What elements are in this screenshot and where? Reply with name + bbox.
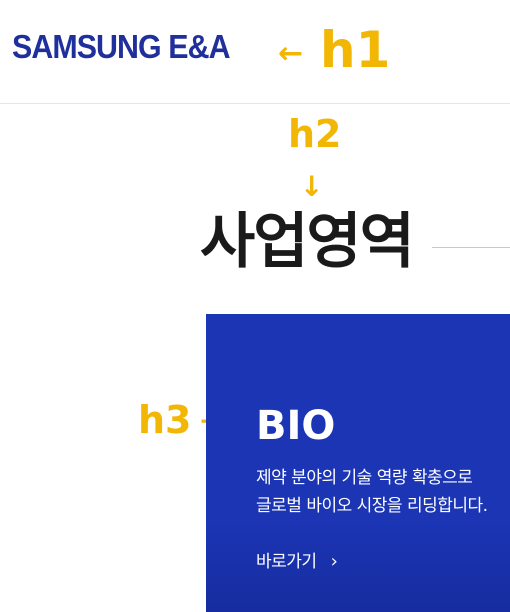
annotation-h3: h3	[138, 398, 192, 442]
bio-go-link-label: 바로가기	[256, 552, 317, 572]
annotation-h1-arrow: ←	[278, 36, 304, 71]
bio-description: 제약 분야의 기술 역량 확충으로 글로벌 바이오 시장을 리딩합니다.	[256, 464, 510, 520]
bio-description-line: 글로벌 바이오 시장을 리딩합니다.	[256, 496, 488, 516]
bio-background-image	[206, 522, 510, 612]
title-divider	[432, 247, 510, 248]
bio-description-line: 제약 분야의 기술 역량 확충으로	[256, 468, 473, 488]
bio-card: BIO 제약 분야의 기술 역량 확충으로 글로벌 바이오 시장을 리딩합니다.…	[206, 314, 510, 612]
samsung-ea-logo[interactable]: SAMSUNG E&A	[12, 28, 231, 66]
site-header: SAMSUNG E&A	[0, 0, 510, 104]
page-title: 사업영역	[200, 207, 415, 277]
annotation-h2-arrow: ↓	[300, 170, 324, 203]
chevron-right-icon: ›	[330, 551, 338, 572]
bio-title: BIO	[256, 403, 336, 449]
bio-go-link[interactable]: 바로가기 ›	[256, 550, 338, 574]
annotation-h2: h2	[288, 112, 342, 156]
annotation-h1: h1	[320, 21, 391, 79]
